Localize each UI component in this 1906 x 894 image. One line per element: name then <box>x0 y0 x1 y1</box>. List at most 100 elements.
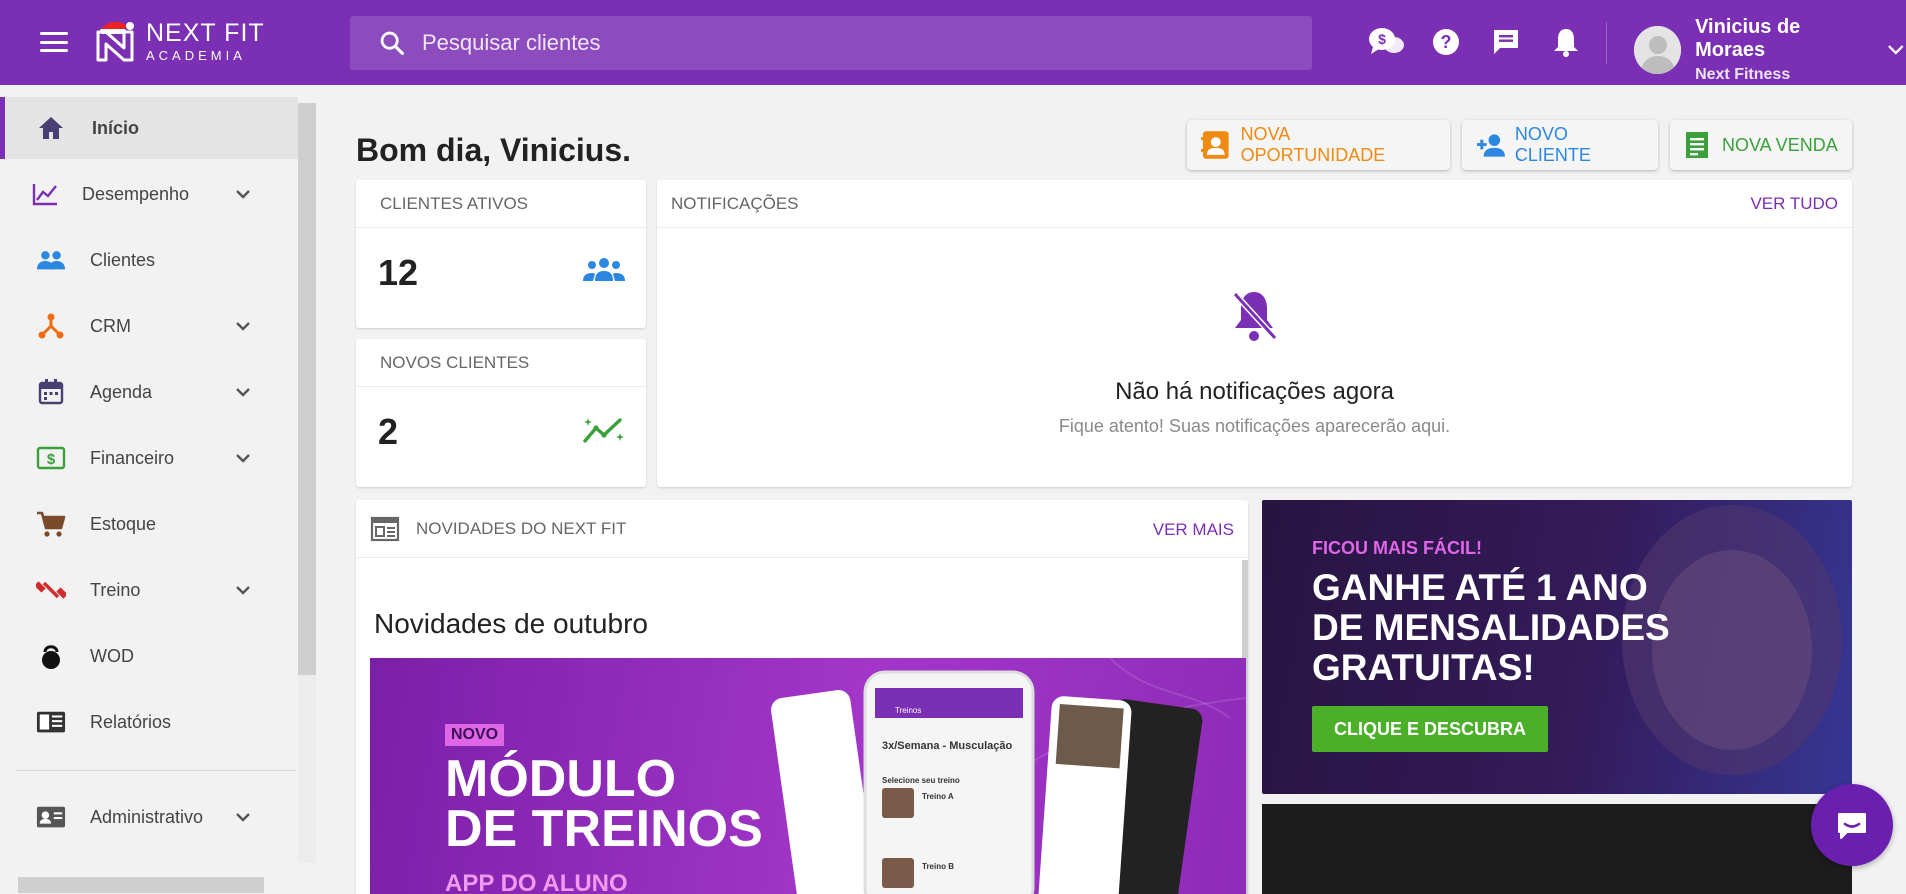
receipt-icon <box>1686 132 1708 158</box>
sidebar-item-label: Desempenho <box>82 183 190 204</box>
new-opportunity-label: NOVA OPORTUNIDADE <box>1240 124 1386 165</box>
id-card-icon <box>36 802 66 832</box>
new-clients-count: 2 <box>378 411 399 452</box>
sidebar-item-crm[interactable]: CRM <box>0 295 298 357</box>
logo[interactable]: NEXT FIT ACADEMIA <box>90 16 265 66</box>
sidebar-item-label: Clientes <box>90 249 156 270</box>
contact-card-icon <box>1201 131 1229 159</box>
phone-section: Selecione seu treino <box>882 776 960 785</box>
promo-line-1: GANHE ATÉ 1 ANO <box>1312 567 1648 608</box>
sidebar-item-clientes[interactable]: Clientes <box>0 229 298 291</box>
sidebar: Início Desempenho Clientes CRM Agenda $ … <box>0 85 316 894</box>
brand-name: NEXT FIT <box>146 18 265 47</box>
chevron-down-icon <box>236 388 250 397</box>
sidebar-divider <box>16 770 296 771</box>
sidebar-item-inicio[interactable]: Início <box>0 97 298 159</box>
active-clients-card[interactable]: CLIENTES ATIVOS 12 <box>356 180 646 328</box>
new-client-label: NOVO CLIENTE <box>1514 124 1591 165</box>
new-clients-card[interactable]: NOVOS CLIENTES 2 <box>356 339 646 487</box>
notifications-title: NOTIFICAÇÕES <box>657 180 1852 228</box>
news-card: NOVIDADES DO NEXT FIT VER MAIS Novidades… <box>356 500 1248 894</box>
cart-icon <box>36 509 66 539</box>
sidebar-item-desempenho[interactable]: Desempenho <box>0 163 298 225</box>
sidebar-item-relatorios[interactable]: Relatórios <box>0 691 298 753</box>
active-clients-title: CLIENTES ATIVOS <box>356 180 646 228</box>
chevron-down-icon <box>1888 45 1904 55</box>
chevron-down-icon <box>236 454 250 463</box>
sidebar-item-label: Estoque <box>90 513 157 534</box>
workout-a-label: Treino A <box>922 792 954 801</box>
news-banner[interactable]: NOVO MÓDULO DE TREINOS APP DO ALUNO Trei… <box>370 658 1246 894</box>
discover-button[interactable]: CLIQUE E DESCUBRA <box>1312 706 1548 752</box>
help-icon[interactable]: ? <box>1416 22 1476 62</box>
sidebar-item-financeiro[interactable]: $ Financeiro <box>0 427 298 489</box>
search-input[interactable] <box>422 30 1222 56</box>
menu-icon[interactable] <box>40 28 68 56</box>
new-sale-label: NOVA VENDA <box>1722 134 1838 155</box>
people-icon <box>36 245 66 275</box>
news-headline: Novidades de outubro <box>374 608 648 639</box>
sidebar-horizontal-scrollbar[interactable] <box>18 877 264 893</box>
news-title: NOVIDADES DO NEXT FIT <box>416 518 627 538</box>
avatar <box>1634 26 1682 74</box>
add-user-icon <box>1476 134 1505 157</box>
svg-text:?: ? <box>1441 32 1452 52</box>
phone-title: 3x/Semana - Musculação <box>882 740 1013 752</box>
chart-line-icon <box>30 179 60 209</box>
trending-up-icon <box>583 418 624 443</box>
chat-icon[interactable] <box>1476 22 1536 62</box>
new-clients-title: NOVOS CLIENTES <box>356 339 646 387</box>
user-name: Vinicius de Moraes <box>1695 16 1801 61</box>
newspaper-icon <box>370 516 400 541</box>
active-clients-count: 12 <box>378 252 419 293</box>
sidebar-item-treino[interactable]: Treino <box>0 559 298 621</box>
sidebar-item-label: Treino <box>90 579 141 600</box>
sidebar-item-wod[interactable]: WOD <box>0 625 298 687</box>
sidebar-item-label: Relatórios <box>90 711 172 732</box>
new-sale-button[interactable]: NOVA VENDA <box>1670 120 1852 170</box>
top-bar: NEXT FIT ACADEMIA $ ? Vinicius de Moraes… <box>0 0 1906 85</box>
kettlebell-icon <box>36 641 66 671</box>
money-chat-icon[interactable]: $ <box>1356 22 1416 62</box>
new-opportunity-button[interactable]: NOVA OPORTUNIDADE <box>1187 120 1450 170</box>
bell-icon[interactable] <box>1536 22 1596 62</box>
sidebar-item-estoque[interactable]: Estoque <box>0 493 298 555</box>
bell-off-icon <box>1232 291 1278 341</box>
sidebar-item-label: Administrativo <box>90 806 204 827</box>
chevron-down-icon <box>236 322 250 331</box>
next-fit-logo-icon <box>90 16 140 66</box>
sidebar-item-label: CRM <box>90 315 131 336</box>
sidebar-item-administrativo[interactable]: Administrativo <box>0 786 298 848</box>
see-all-link[interactable]: VER TUDO <box>1750 194 1838 214</box>
empty-notifications-title: Não há notificações agora <box>1115 378 1394 405</box>
group-icon <box>583 258 625 281</box>
banner-line-3: APP DO ALUNO <box>445 870 628 894</box>
promo-banner[interactable]: FICOU MAIS FÁCIL! GANHE ATÉ 1 ANO DE MEN… <box>1262 500 1852 794</box>
dumbbell-icon <box>36 575 66 605</box>
promo-line-2: DE MENSALIDADES <box>1312 607 1670 648</box>
banner-line-1: MÓDULO <box>445 750 677 808</box>
crm-icon <box>36 311 66 341</box>
topbar-divider <box>1606 22 1607 64</box>
sidebar-item-agenda[interactable]: Agenda <box>0 361 298 423</box>
sidebar-scrollbar-thumb[interactable] <box>298 103 316 675</box>
workout-b-label: Treino B <box>922 862 955 871</box>
banner-line-2: DE TREINOS <box>445 800 763 858</box>
search-icon <box>380 31 405 56</box>
promo-banner-secondary[interactable] <box>1262 804 1852 894</box>
search-bar[interactable] <box>350 16 1312 70</box>
promo-kicker: FICOU MAIS FÁCIL! <box>1312 538 1482 558</box>
see-more-link[interactable]: VER MAIS <box>1153 520 1234 540</box>
money-icon: $ <box>36 443 66 473</box>
chat-bubble-icon <box>1838 813 1866 839</box>
notifications-card: NOTIFICAÇÕES VER TUDO Não há notificaçõe… <box>657 180 1852 487</box>
chat-support-button[interactable] <box>1811 784 1893 866</box>
brand-subname: ACADEMIA <box>146 47 246 63</box>
promo-line-3: GRATUITAS! <box>1312 647 1535 688</box>
reports-icon <box>36 707 66 737</box>
sidebar-item-label: Agenda <box>90 381 153 402</box>
chevron-down-icon <box>236 586 250 595</box>
new-client-button[interactable]: NOVO CLIENTE <box>1462 120 1658 170</box>
svg-text:$: $ <box>47 451 56 468</box>
user-menu[interactable]: Vinicius de Moraes Next Fitness <box>1634 16 1906 84</box>
